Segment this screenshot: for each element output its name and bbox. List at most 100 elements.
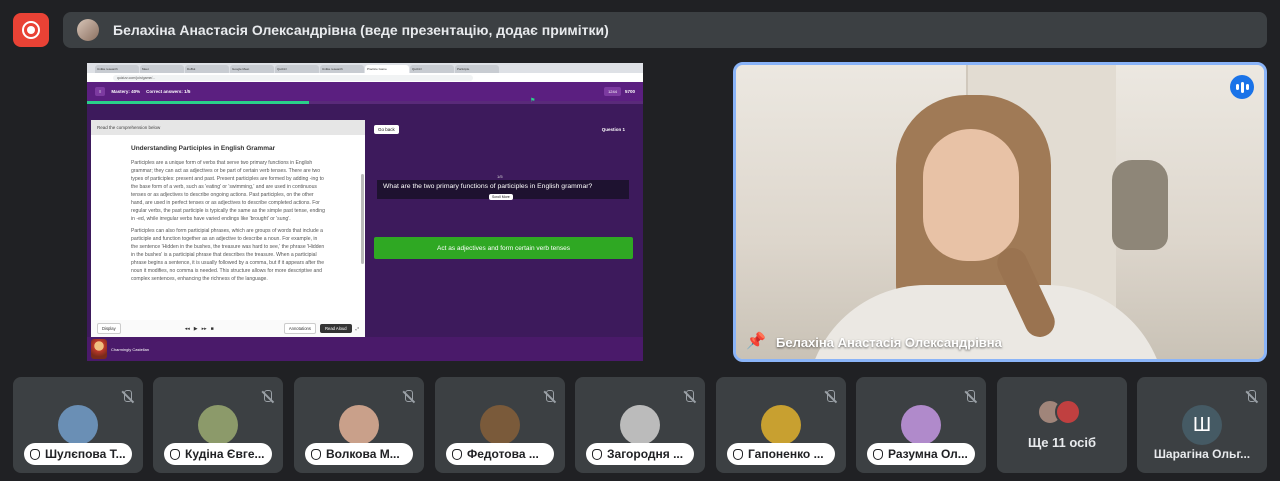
display-button[interactable]: Display [97, 323, 121, 334]
video-bag [1112, 160, 1168, 250]
browser-tab: Unlike research [320, 65, 364, 73]
answer-option[interactable]: Act as adjectives and form certain verb … [374, 237, 633, 259]
score-value: 1244 [604, 87, 621, 96]
url-text: quizizz.com/join/game/... [113, 74, 473, 81]
reading-toolbar: Display ◂◂ ▶ ▸▸ ■ Annotations Read Aloud… [91, 320, 365, 337]
hand-icon [592, 448, 602, 460]
participant-name: Кудіна Євге... [185, 447, 265, 461]
mic-off-icon [541, 389, 557, 405]
passage-paragraph: Participles are a unique form of verbs t… [131, 160, 325, 222]
go-back-button[interactable]: Go back [374, 125, 399, 134]
mic-off-icon [822, 389, 838, 405]
participant-label: Федотова ... [446, 443, 554, 465]
browser-tab: Meet [140, 65, 184, 73]
participant-name: Волкова М... [326, 447, 400, 461]
participant-name: Шарагіна Ольг... [1153, 447, 1251, 461]
more-participants-tile[interactable]: Ще 11 осіб [997, 377, 1127, 473]
forward-icon[interactable]: ▸▸ [202, 326, 207, 332]
participant-name: Загородня ... [607, 447, 684, 461]
mic-off-icon [962, 389, 978, 405]
participant-name: Разумна Ол... [888, 447, 968, 461]
character-avatar [91, 339, 107, 359]
participant-label: Волкова М... [305, 443, 413, 465]
avatar [761, 405, 801, 445]
speaker-name: Белахіна Анастасія Олександрівна [776, 335, 1002, 350]
browser-tab: Participle [455, 65, 499, 73]
reading-instructions: Read the comprehension below [91, 120, 365, 135]
more-participants-text: Ще 11 осіб [1027, 435, 1097, 450]
game-header: ≡ Mastery: 40% Correct answers: 1/5 1244… [87, 82, 643, 101]
audio-controls: ◂◂ ▶ ▸▸ ■ [185, 326, 214, 332]
rewind-icon[interactable]: ◂◂ [185, 326, 190, 332]
hand-icon [311, 448, 321, 460]
passage-scrollbar[interactable] [361, 174, 364, 264]
menu-icon: ≡ [95, 87, 106, 96]
play-icon[interactable]: ▶ [194, 326, 198, 332]
stop-record-icon [22, 21, 40, 39]
participant-label: Гапоненко ... [727, 443, 835, 465]
mic-off-icon [119, 389, 135, 405]
avatar [1055, 399, 1081, 425]
hand-icon [30, 448, 40, 460]
shared-screen: Unlike research Meet DuBut Google Meet Q… [87, 63, 643, 361]
game-progress-fill [87, 101, 310, 104]
participant-tile[interactable]: Загородня ... [575, 377, 705, 473]
avatar [480, 405, 520, 445]
participant-tile[interactable]: Ш Шарагіна Ольг... [1137, 377, 1267, 473]
video-person-face [923, 129, 1019, 261]
hand-icon [452, 448, 462, 460]
participant-tile[interactable]: Федотова ... [435, 377, 565, 473]
participant-tile[interactable]: Гапоненко ... [716, 377, 846, 473]
mic-off-icon [400, 389, 416, 405]
stop-icon[interactable]: ■ [211, 326, 214, 332]
participant-label: Разумна Ол... [867, 443, 975, 465]
scroll-more-button[interactable]: Scroll More [489, 194, 513, 200]
question-label: Question 1 [601, 127, 625, 132]
hand-icon [733, 448, 743, 460]
read-aloud-button[interactable]: Read Aloud [319, 324, 352, 333]
stop-presenting-button[interactable] [13, 13, 49, 47]
pin-icon[interactable]: 📌 [746, 331, 766, 351]
character-name: Charmingly Castellan [111, 346, 150, 352]
reading-panel: Read the comprehension below Understandi… [91, 120, 365, 337]
question-count: 1/5 [497, 174, 503, 179]
question-panel: Go back Question 1 1/5 What are the two … [371, 120, 639, 337]
reading-passage: Understanding Participles in English Gra… [91, 135, 365, 307]
presenter-banner: Белахіна Анастасія Олександрівна (веде п… [63, 12, 1267, 48]
participant-label: Загородня ... [586, 443, 694, 465]
participant-name: Федотова ... [467, 447, 539, 461]
mic-off-icon [681, 389, 697, 405]
participant-tile[interactable]: Волкова М... [294, 377, 424, 473]
presenter-avatar [77, 19, 99, 41]
fullscreen-icon[interactable]: ⤢ [356, 326, 359, 331]
participant-label: Шулєпова Т... [24, 443, 132, 465]
presenter-banner-text: Белахіна Анастасія Олександрівна (веде п… [113, 22, 609, 38]
game-footer: Charmingly Castellan [87, 337, 643, 361]
passage-title: Understanding Participles in English Gra… [131, 145, 276, 152]
browser-tab: Quizizz [410, 65, 454, 73]
avatar [198, 405, 238, 445]
browser-tab: Google Meet [230, 65, 274, 73]
browser-tab: Unlike research [95, 65, 139, 73]
hand-icon [873, 448, 883, 460]
game-progress-bar: ⚑ [87, 98, 643, 104]
participant-tile[interactable]: Кудіна Євге... [153, 377, 283, 473]
browser-tab-active: Practice Game [365, 65, 409, 73]
correct-answers-text: Correct answers: 1/5 [146, 89, 191, 94]
avatar [620, 405, 660, 445]
annotations-button[interactable]: Annotations [283, 323, 316, 334]
avatar: Ш [1182, 405, 1222, 445]
score-max: 5700 [624, 89, 635, 94]
participant-name: Шулєпова Т... [45, 447, 126, 461]
mic-off-icon [1243, 389, 1259, 405]
passage-paragraph: Participles can also form participial ph… [131, 228, 325, 282]
flag-icon: ⚑ [530, 98, 536, 104]
audio-level-icon [1230, 75, 1254, 99]
speaker-tile[interactable]: 📌 Белахіна Анастасія Олександрівна [733, 62, 1267, 362]
participant-tile[interactable]: Шулєпова Т... [13, 377, 143, 473]
browser-tabbar: Unlike research Meet DuBut Google Meet Q… [87, 63, 643, 73]
mastery-text: Mastery: 40% [111, 89, 141, 94]
participant-tile[interactable]: Разумна Ол... [856, 377, 986, 473]
more-avatars [1037, 399, 1081, 425]
avatar [901, 405, 941, 445]
